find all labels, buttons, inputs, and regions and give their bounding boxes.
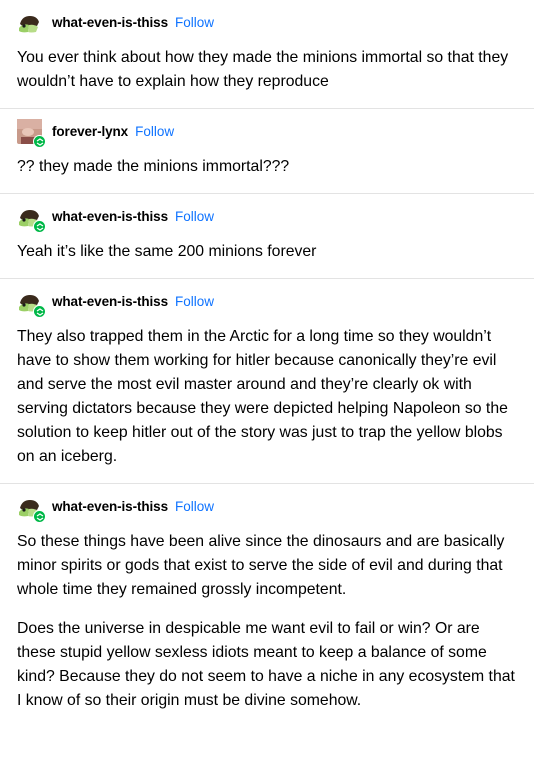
frog-avatar-icon [17, 10, 42, 35]
post-header: what-even-is-thiss Follow [17, 289, 517, 318]
follow-button[interactable]: Follow [175, 15, 214, 30]
frog-avatar[interactable] [17, 10, 42, 35]
username[interactable]: forever-lynx [52, 124, 128, 139]
username[interactable]: what-even-is-thiss [52, 209, 168, 224]
follow-button[interactable]: Follow [175, 209, 214, 224]
reblog-badge-icon [33, 510, 46, 523]
post-header: forever-lynx Follow [17, 119, 517, 148]
frog-avatar[interactable] [17, 289, 46, 318]
post-body: ?? they made the minions immortal??? [17, 155, 517, 179]
frog-avatar[interactable] [17, 204, 46, 233]
post-body: Yeah it’s like the same 200 minions fore… [17, 240, 517, 264]
follow-button[interactable]: Follow [135, 124, 174, 139]
follow-button[interactable]: Follow [175, 294, 214, 309]
username[interactable]: what-even-is-thiss [52, 15, 168, 30]
post: forever-lynx Follow ?? they made the min… [0, 109, 534, 194]
post: what-even-is-thiss Follow They also trap… [0, 279, 534, 484]
follow-button[interactable]: Follow [175, 499, 214, 514]
post-body: You ever think about how they made the m… [17, 46, 517, 94]
frog-avatar[interactable] [17, 494, 46, 523]
post-body: So these things have been alive since th… [17, 530, 517, 713]
post: what-even-is-thiss Follow So these thing… [0, 484, 534, 713]
reblog-badge-icon [33, 135, 46, 148]
post-body: They also trapped them in the Arctic for… [17, 325, 517, 469]
reblog-badge-icon [33, 305, 46, 318]
portrait-avatar[interactable] [17, 119, 46, 148]
post-paragraph: Yeah it’s like the same 200 minions fore… [17, 243, 317, 260]
post: what-even-is-thiss Follow Yeah it’s like… [0, 194, 534, 279]
reblog-badge-icon [33, 220, 46, 233]
post-header: what-even-is-thiss Follow [17, 10, 517, 35]
post-header: what-even-is-thiss Follow [17, 204, 517, 233]
post-header: what-even-is-thiss Follow [17, 494, 517, 523]
post-paragraph: You ever think about how they made the m… [17, 49, 509, 90]
post-paragraph: So these things have been alive since th… [17, 533, 505, 598]
post-paragraph: ?? they made the minions immortal??? [17, 158, 290, 175]
username[interactable]: what-even-is-thiss [52, 499, 168, 514]
post-paragraph: They also trapped them in the Arctic for… [17, 328, 508, 465]
post: what-even-is-thiss Follow You ever think… [0, 0, 534, 109]
username[interactable]: what-even-is-thiss [52, 294, 168, 309]
post-paragraph: Does the universe in despicable me want … [17, 620, 515, 709]
